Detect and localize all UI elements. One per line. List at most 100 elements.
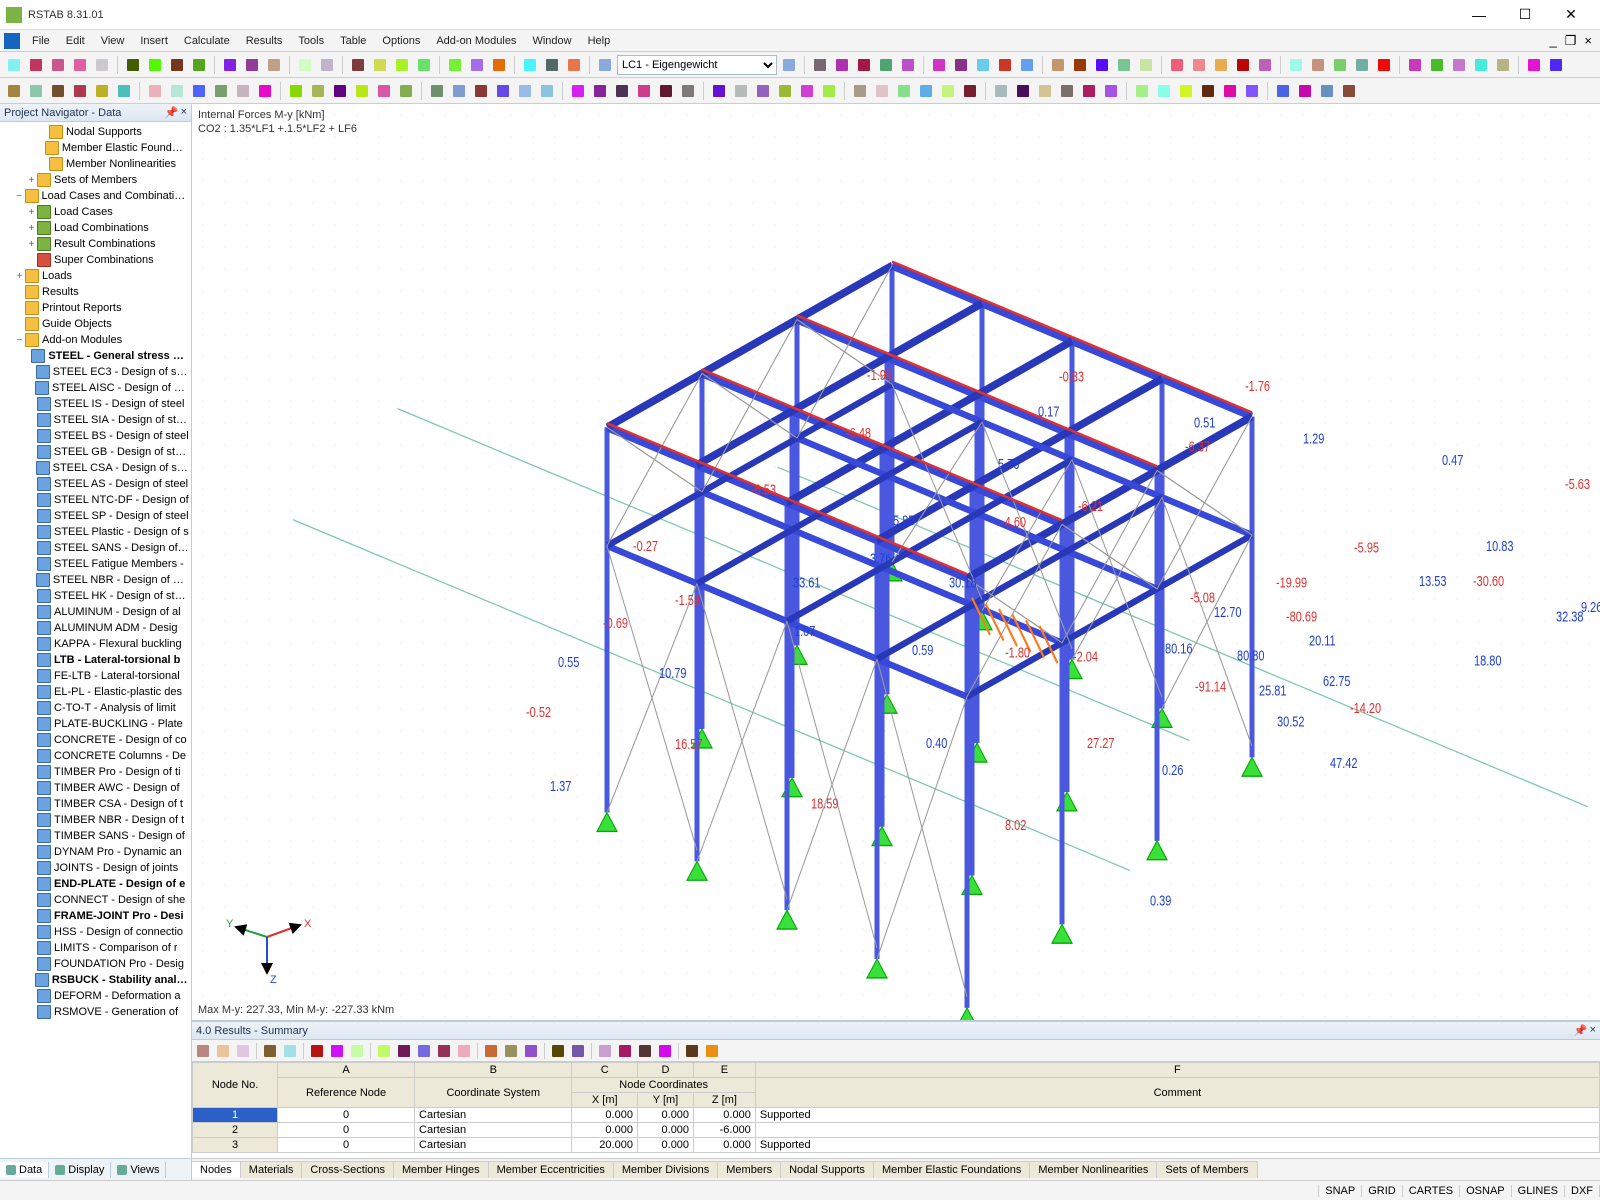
toolbar-btn-37[interactable]: [1114, 55, 1134, 75]
nav-tab-display[interactable]: Display: [49, 1162, 111, 1178]
nav-tab-views[interactable]: Views: [111, 1162, 166, 1178]
toolbar2-btn-127[interactable]: [634, 81, 654, 101]
statusbar-grid[interactable]: GRID: [1361, 1185, 1403, 1197]
toolbar2-btn-151[interactable]: [1198, 81, 1218, 101]
tree-item[interactable]: STEEL SIA - Design of steel: [0, 412, 191, 428]
minimize-button[interactable]: —: [1456, 0, 1502, 30]
menu-help[interactable]: Help: [580, 33, 619, 49]
tree-expander-icon[interactable]: +: [26, 223, 37, 234]
toolbar2-btn-123[interactable]: [537, 81, 557, 101]
toolbar2-btn-146[interactable]: [1079, 81, 1099, 101]
tree-item[interactable]: −Load Cases and Combinations: [0, 188, 191, 204]
toolbar2-btn-139[interactable]: [916, 81, 936, 101]
toolbar-btn-40[interactable]: [1189, 55, 1209, 75]
toolbar2-btn-136[interactable]: [850, 81, 870, 101]
toolbar-btn-26[interactable]: [854, 55, 874, 75]
results-refresh-button[interactable]: [348, 1042, 366, 1060]
toolbar2-btn-121[interactable]: [493, 81, 513, 101]
tree-item[interactable]: STEEL HK - Design of steel: [0, 588, 191, 604]
toolbar2-btn-149[interactable]: [1154, 81, 1174, 101]
results-pin-icon[interactable]: 📌: [1574, 1024, 1588, 1037]
toolbar-btn-0[interactable]: [4, 55, 24, 75]
navigator-tree[interactable]: Nodal SupportsMember Elastic Foundations…: [0, 122, 191, 1158]
toolbar-btn-12[interactable]: [295, 55, 315, 75]
menu-table[interactable]: Table: [332, 33, 374, 49]
tree-item[interactable]: RSBUCK - Stability analysis: [0, 972, 191, 988]
tree-item[interactable]: DEFORM - Deformation a: [0, 988, 191, 1004]
toolbar-btn-53[interactable]: [1493, 55, 1513, 75]
toolbar2-btn-135[interactable]: [819, 81, 839, 101]
results-grid-button[interactable]: [549, 1042, 567, 1060]
results-filter-button[interactable]: [308, 1042, 326, 1060]
toolbar2-btn-140[interactable]: [938, 81, 958, 101]
tree-item[interactable]: STEEL Plastic - Design of s: [0, 524, 191, 540]
menu-results[interactable]: Results: [238, 33, 291, 49]
toolbar-btn-24[interactable]: [810, 55, 830, 75]
menu-file[interactable]: File: [24, 33, 58, 49]
toolbar2-btn-103[interactable]: [70, 81, 90, 101]
tree-item[interactable]: +Result Combinations: [0, 236, 191, 252]
toolbar-btn-4[interactable]: [92, 55, 112, 75]
toolbar-btn-49[interactable]: [1405, 55, 1425, 75]
toolbar2-btn-105[interactable]: [114, 81, 134, 101]
results-table[interactable]: Node No.ABCDEFReference NodeCoordinate S…: [192, 1062, 1600, 1158]
toolbar2-btn-126[interactable]: [612, 81, 632, 101]
navigator-pin-icon[interactable]: 📌: [165, 106, 179, 119]
tree-item[interactable]: STEEL SP - Design of steel: [0, 508, 191, 524]
tree-item[interactable]: CONCRETE Columns - De: [0, 748, 191, 764]
toolbar2-btn-125[interactable]: [590, 81, 610, 101]
results-tab-nodal-supports[interactable]: Nodal Supports: [780, 1161, 874, 1178]
tree-item[interactable]: FRAME-JOINT Pro - Desi: [0, 908, 191, 924]
toolbar-btn-20[interactable]: [489, 55, 509, 75]
toolbar-btn-22[interactable]: [542, 55, 562, 75]
tree-item[interactable]: TIMBER AWC - Design of: [0, 780, 191, 796]
statusbar-dxf[interactable]: DXF: [1564, 1185, 1600, 1197]
results-tab-sets-of-members[interactable]: Sets of Members: [1156, 1161, 1257, 1178]
toolbar-btn-10[interactable]: [242, 55, 262, 75]
menu-edit[interactable]: Edit: [58, 33, 93, 49]
maximize-button[interactable]: ☐: [1502, 0, 1548, 30]
tree-item[interactable]: STEEL SANS - Design of st: [0, 540, 191, 556]
tree-item[interactable]: FE-LTB - Lateral-torsional: [0, 668, 191, 684]
toolbar2-btn-157[interactable]: [1339, 81, 1359, 101]
toolbar-btn-11[interactable]: [264, 55, 284, 75]
tree-item[interactable]: STEEL CSA - Design of steel: [0, 460, 191, 476]
navigator-close-icon[interactable]: ×: [181, 106, 187, 119]
tree-item[interactable]: −Add-on Modules: [0, 332, 191, 348]
tree-expander-icon[interactable]: −: [14, 191, 25, 202]
tree-item[interactable]: DYNAM Pro - Dynamic an: [0, 844, 191, 860]
tree-item[interactable]: PLATE-BUCKLING - Plate: [0, 716, 191, 732]
results-go-button[interactable]: [375, 1042, 393, 1060]
mdi-restore-icon[interactable]: ❐: [1561, 33, 1581, 49]
tree-item[interactable]: Results: [0, 284, 191, 300]
toolbar-btn-8[interactable]: [189, 55, 209, 75]
toolbar-btn-1[interactable]: [26, 55, 46, 75]
results-chart-button[interactable]: [656, 1042, 674, 1060]
toolbar-btn-6[interactable]: [145, 55, 165, 75]
tree-item[interactable]: ALUMINUM ADM - Desig: [0, 620, 191, 636]
toolbar2-btn-117[interactable]: [396, 81, 416, 101]
tree-item[interactable]: STEEL EC3 - Design of steel: [0, 364, 191, 380]
toolbar2-btn-137[interactable]: [872, 81, 892, 101]
toolbar-btn-13[interactable]: [317, 55, 337, 75]
tree-item[interactable]: Member Nonlinearities: [0, 156, 191, 172]
next-loadcase-button[interactable]: [779, 55, 799, 75]
toolbar-btn-45[interactable]: [1308, 55, 1328, 75]
toolbar-btn-15[interactable]: [370, 55, 390, 75]
toolbar2-btn-122[interactable]: [515, 81, 535, 101]
results-go-button[interactable]: [435, 1042, 453, 1060]
toolbar-btn-43[interactable]: [1255, 55, 1275, 75]
results-go-button[interactable]: [415, 1042, 433, 1060]
results-fx-button[interactable]: [703, 1042, 721, 1060]
toolbar-btn-41[interactable]: [1211, 55, 1231, 75]
tree-item[interactable]: +Sets of Members: [0, 172, 191, 188]
menu-tools[interactable]: Tools: [290, 33, 332, 49]
results-del-button[interactable]: [455, 1042, 473, 1060]
tree-item[interactable]: TIMBER CSA - Design of t: [0, 796, 191, 812]
toolbar2-btn-143[interactable]: [1013, 81, 1033, 101]
toolbar-btn-23[interactable]: [564, 55, 584, 75]
toolbar-btn-3[interactable]: [70, 55, 90, 75]
results-export-button[interactable]: [636, 1042, 654, 1060]
tree-item[interactable]: EL-PL - Elastic-plastic des: [0, 684, 191, 700]
toolbar2-btn-138[interactable]: [894, 81, 914, 101]
